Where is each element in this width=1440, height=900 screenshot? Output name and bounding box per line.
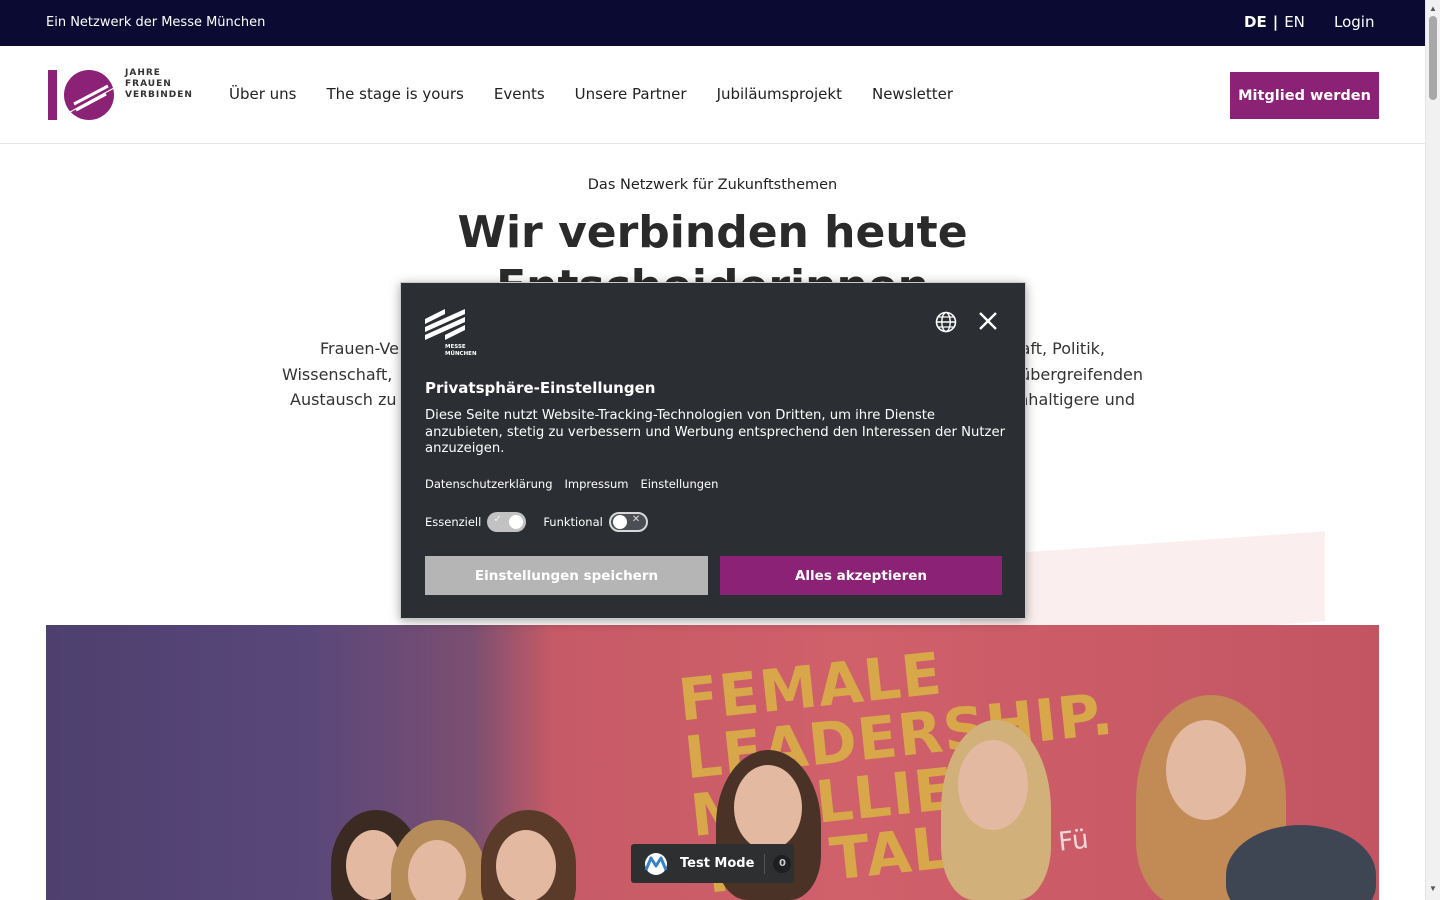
language-switcher: DE | EN xyxy=(1244,13,1305,31)
logo-wordmark: JAHRE FRAUEN VERBINDEN xyxy=(125,68,193,101)
become-member-button[interactable]: Mitglied werden xyxy=(1230,72,1379,119)
nav-item-newsletter[interactable]: Newsletter xyxy=(872,85,953,103)
logo-line: FRAUEN xyxy=(125,79,172,89)
test-mode-label: Test Mode xyxy=(680,856,755,871)
cookie-consent-dialog: MESSE MÜNCHEN Privatsphäre-Einstellungen… xyxy=(400,282,1026,619)
nav-item-ueber-uns[interactable]: Über uns xyxy=(229,85,297,103)
person-shape xyxy=(496,830,556,900)
svg-text:MÜNCHEN: MÜNCHEN xyxy=(445,350,477,357)
person-shape xyxy=(734,765,802,850)
login-link[interactable]: Login xyxy=(1334,13,1374,31)
lang-separator: | xyxy=(1272,13,1279,31)
lead-fragment: Wissenschaft, xyxy=(282,364,393,384)
badge-divider xyxy=(764,853,766,874)
top-utility-bar: Ein Netzwerk der Messe München DE | EN L… xyxy=(0,0,1425,46)
scroll-up-icon[interactable]: ▲ xyxy=(1429,4,1437,13)
dialog-links: Datenschutzerklärung Impressum Einstellu… xyxy=(425,477,718,491)
nav-item-partner[interactable]: Unsere Partner xyxy=(575,85,687,103)
accept-all-button[interactable]: Alles akzeptieren xyxy=(720,556,1002,595)
lang-en-link[interactable]: EN xyxy=(1284,13,1305,31)
scroll-down-icon[interactable]: ▼ xyxy=(1429,884,1437,893)
page-scrollbar[interactable]: ▲ ▼ xyxy=(1425,0,1440,900)
toggle-label-essential: Essenziell xyxy=(425,515,482,529)
lead-fragment: nhaltigere und xyxy=(1018,390,1135,409)
toggle-knob xyxy=(509,515,524,529)
dialog-title: Privatsphäre-Einstellungen xyxy=(425,379,656,397)
toggle-label-functional: Funktional xyxy=(543,515,603,529)
functional-toggle[interactable]: ✕ xyxy=(608,512,648,532)
privacy-policy-link[interactable]: Datenschutzerklärung xyxy=(425,477,553,491)
messe-muenchen-logo: MESSE MÜNCHEN xyxy=(425,309,477,357)
x-icon: ✕ xyxy=(631,514,641,525)
main-header: JAHRE FRAUEN VERBINDEN Über uns The stag… xyxy=(0,46,1425,144)
logo-10-icon xyxy=(48,70,115,120)
check-icon: ✓ xyxy=(493,514,502,525)
toggle-knob xyxy=(612,515,627,529)
settings-link[interactable]: Einstellungen xyxy=(640,477,718,491)
language-globe-icon[interactable] xyxy=(935,311,957,333)
hero-eyebrow: Das Netzwerk für Zukunftsthemen xyxy=(587,177,838,193)
nav-item-stage[interactable]: The stage is yours xyxy=(327,85,464,103)
svg-text:MESSE: MESSE xyxy=(445,344,466,350)
network-tagline: Ein Netzwerk der Messe München xyxy=(46,15,266,30)
lead-fragment: Frauen-Ve xyxy=(320,339,399,358)
dialog-description: Diese Seite nutzt Website-Tracking-Techn… xyxy=(425,408,1006,457)
essential-toggle[interactable]: ✓ xyxy=(487,512,527,532)
logo-line: JAHRE xyxy=(125,68,161,78)
test-mode-count: 0 xyxy=(773,854,792,873)
lead-fragment: aft, Politik, xyxy=(1020,339,1105,358)
imprint-link[interactable]: Impressum xyxy=(565,477,629,491)
lead-fragment: Austausch zu xyxy=(290,390,397,409)
main-nav: Über uns The stage is yours Events Unser… xyxy=(229,85,953,103)
logo-line: VERBINDEN xyxy=(125,90,193,100)
lang-de-link[interactable]: DE xyxy=(1244,13,1267,31)
close-icon[interactable] xyxy=(978,311,998,331)
test-mode-badge[interactable]: Test Mode 0 xyxy=(631,844,794,883)
nav-item-events[interactable]: Events xyxy=(494,85,545,103)
consent-toggles: Essenziell ✓ Funktional ✕ xyxy=(425,512,665,532)
nav-item-jubilaeum[interactable]: Jubiläumsprojekt xyxy=(717,85,842,103)
save-settings-button[interactable]: Einstellungen speichern xyxy=(425,556,708,595)
scrollbar-thumb[interactable] xyxy=(1429,16,1437,100)
site-logo[interactable]: JAHRE FRAUEN VERBINDEN xyxy=(46,68,196,122)
test-mode-logo-icon xyxy=(644,852,668,875)
person-shape xyxy=(1166,720,1246,820)
person-shape xyxy=(958,740,1028,830)
lead-fragment: übergreifenden xyxy=(1020,364,1143,384)
